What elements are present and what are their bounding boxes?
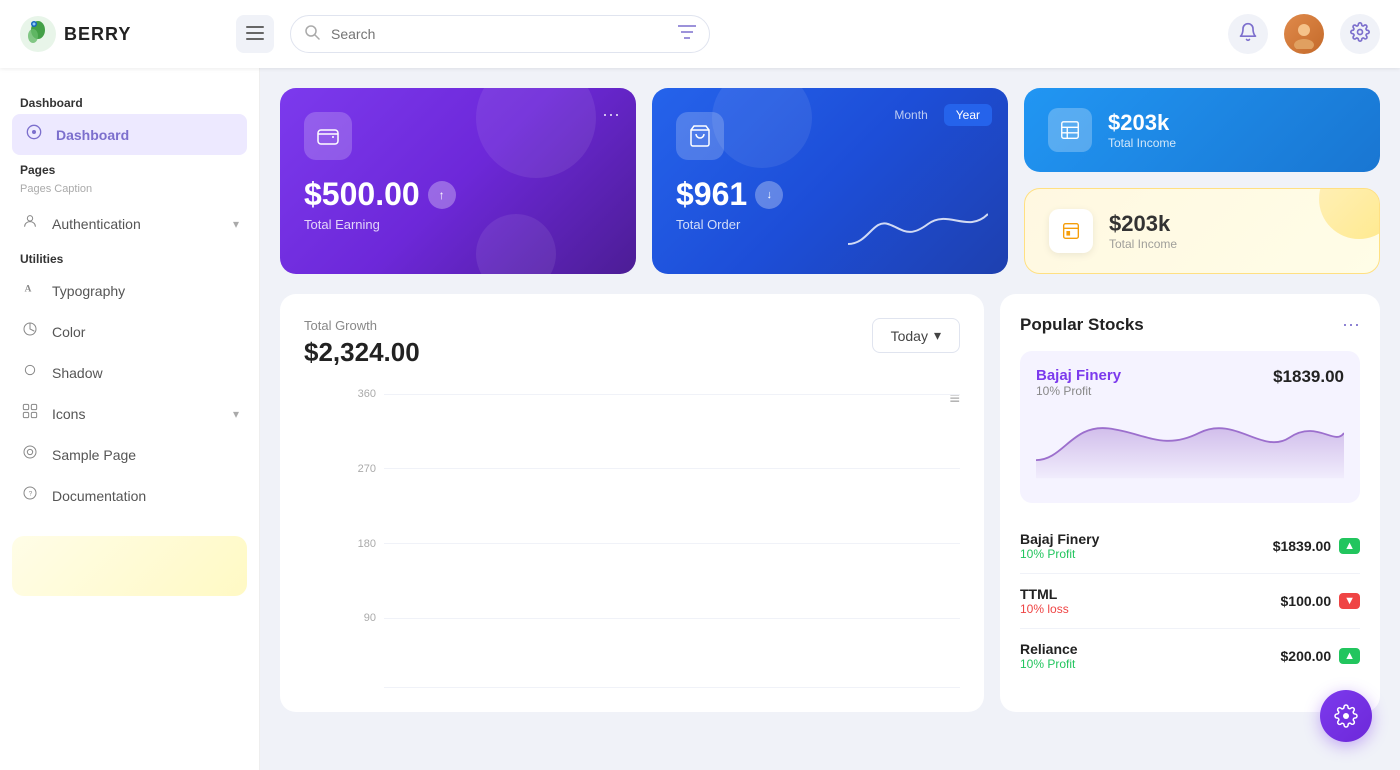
wave-chart <box>848 204 988 254</box>
bars-container <box>348 388 956 688</box>
header-right <box>1228 14 1380 54</box>
authentication-item-label: Authentication <box>52 216 221 232</box>
search-icon <box>304 24 320 45</box>
sidebar: Dashboard Dashboard Pages Pages Caption … <box>0 68 260 770</box>
right-cards: $203k Total Income $203k Total Income <box>1024 88 1380 274</box>
svg-text:A: A <box>25 284 32 294</box>
color-item-label: Color <box>52 324 239 340</box>
header: BERRY <box>0 0 1400 68</box>
up-badge-2-icon: ▲ <box>1339 648 1360 664</box>
menu-icon <box>246 26 264 43</box>
down-badge-icon: ▼ <box>1339 593 1360 609</box>
table-icon <box>1048 108 1092 152</box>
svg-text:?: ? <box>29 491 33 498</box>
bottom-row: Total Growth $2,324.00 Today ▾ ≡ 360 <box>280 294 1380 712</box>
chart-amount: $2,324.00 <box>304 337 420 368</box>
stocks-panel: Popular Stocks ··· Bajaj Finery 10% Prof… <box>1000 294 1380 712</box>
shadow-item-label: Shadow <box>52 365 239 381</box>
pos-icon <box>1049 209 1093 253</box>
featured-stock-header: Bajaj Finery 10% Profit $1839.00 <box>1036 367 1344 398</box>
dropdown-icon: ▾ <box>934 327 941 344</box>
featured-stock-profit: 10% Profit <box>1036 384 1121 398</box>
year-button[interactable]: Year <box>944 104 992 126</box>
chart-header: Total Growth $2,324.00 Today ▾ <box>304 318 960 368</box>
filter-icon[interactable] <box>678 25 696 44</box>
authentication-icon <box>20 213 40 234</box>
total-order-card: Month Year $961 ↓ Total Order <box>652 88 1008 274</box>
utilities-section-label: Utilities <box>0 244 259 270</box>
total-income-text-2: $203k Total Income <box>1109 211 1177 251</box>
down-arrow-icon: ↓ <box>755 181 783 209</box>
stock-list-item: Bajaj Finery 10% Profit $1839.00 ▲ <box>1020 519 1360 574</box>
pages-caption: Pages Caption <box>0 181 259 203</box>
sidebar-item-color[interactable]: Color <box>0 311 259 352</box>
dashboard-icon <box>24 124 44 145</box>
wallet-icon <box>304 112 352 160</box>
total-income-card-1: $203k Total Income <box>1024 88 1380 172</box>
stocks-header: Popular Stocks ··· <box>1020 314 1360 335</box>
logo-icon <box>20 16 56 52</box>
sidebar-item-authentication[interactable]: Authentication ▾ <box>0 203 259 244</box>
typography-item-label: Typography <box>52 283 239 299</box>
color-icon <box>20 321 40 342</box>
fab-button[interactable] <box>1320 690 1372 742</box>
chart-title-label: Total Growth <box>304 318 420 333</box>
notification-button[interactable] <box>1228 14 1268 54</box>
total-earning-card: ··· $500.00 ↑ Total Earning <box>280 88 636 274</box>
pages-section-label: Pages <box>0 155 259 181</box>
up-badge-icon: ▲ <box>1339 538 1360 554</box>
sidebar-item-shadow[interactable]: Shadow <box>0 352 259 393</box>
total-income-text-1: $203k Total Income <box>1108 110 1176 150</box>
total-earning-label: Total Earning <box>304 217 612 232</box>
stock-list-item: TTML 10% loss $100.00 ▼ <box>1020 574 1360 629</box>
search-input[interactable] <box>290 15 710 53</box>
gear-icon <box>1350 22 1370 47</box>
sidebar-item-documentation[interactable]: ? Documentation <box>0 475 259 516</box>
dashboard-item-label: Dashboard <box>56 127 235 143</box>
bell-icon <box>1238 22 1258 47</box>
month-button[interactable]: Month <box>882 104 939 126</box>
typography-icon: A <box>20 280 40 301</box>
avatar[interactable] <box>1284 14 1324 54</box>
cards-row: ··· $500.00 ↑ Total Earning Month Y <box>280 88 1380 274</box>
main-layout: Dashboard Dashboard Pages Pages Caption … <box>0 68 1400 770</box>
menu-button[interactable] <box>236 15 274 53</box>
total-income-card-2: $203k Total Income <box>1024 188 1380 274</box>
main-content: ··· $500.00 ↑ Total Earning Month Y <box>260 68 1400 770</box>
icons-chevron-icon: ▾ <box>233 407 239 421</box>
documentation-item-label: Documentation <box>52 488 239 504</box>
search-bar <box>290 15 710 53</box>
chevron-down-icon: ▾ <box>233 217 239 231</box>
stocks-title: Popular Stocks <box>1020 315 1144 335</box>
chart-title-area: Total Growth $2,324.00 <box>304 318 420 368</box>
sample-page-item-label: Sample Page <box>52 447 239 463</box>
month-year-toggle: Month Year <box>882 104 992 126</box>
documentation-icon: ? <box>20 485 40 506</box>
settings-button[interactable] <box>1340 14 1380 54</box>
up-arrow-icon: ↑ <box>428 181 456 209</box>
stock-list: Bajaj Finery 10% Profit $1839.00 ▲ TTML … <box>1020 519 1360 683</box>
sample-page-icon <box>20 444 40 465</box>
today-button[interactable]: Today ▾ <box>872 318 960 353</box>
card-more-icon[interactable]: ··· <box>602 104 620 125</box>
stock-sparkline <box>1036 402 1344 482</box>
icons-item-label: Icons <box>52 406 221 422</box>
shadow-icon <box>20 362 40 383</box>
stocks-more-icon[interactable]: ··· <box>1342 314 1360 335</box>
sidebar-item-sample-page[interactable]: Sample Page <box>0 434 259 475</box>
featured-stock-price: $1839.00 <box>1273 367 1344 387</box>
icons-icon <box>20 403 40 424</box>
sidebar-item-icons[interactable]: Icons ▾ <box>0 393 259 434</box>
sidebar-item-typography[interactable]: A Typography <box>0 270 259 311</box>
dashboard-section-label: Dashboard <box>0 88 259 114</box>
chart-area: ≡ 360 270 180 <box>304 388 960 688</box>
logo-text: BERRY <box>64 24 131 45</box>
chart-card: Total Growth $2,324.00 Today ▾ ≡ 360 <box>280 294 984 712</box>
total-earning-amount: $500.00 ↑ <box>304 176 612 213</box>
sidebar-item-dashboard[interactable]: Dashboard <box>12 114 247 155</box>
logo-area: BERRY <box>20 16 220 52</box>
stock-list-item: Reliance 10% Profit $200.00 ▲ <box>1020 629 1360 683</box>
featured-stock-name: Bajaj Finery <box>1036 367 1121 384</box>
featured-stock: Bajaj Finery 10% Profit $1839.00 <box>1020 351 1360 503</box>
